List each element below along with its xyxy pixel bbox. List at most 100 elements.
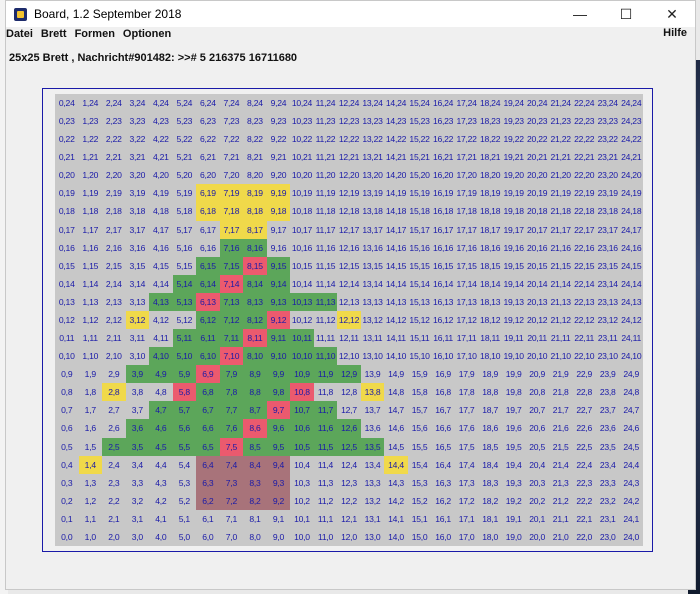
board-cell[interactable]: 23,12 <box>595 310 620 330</box>
board-cell[interactable]: 3,2 <box>125 491 150 510</box>
board-cell[interactable]: 5,16 <box>172 238 197 257</box>
board-cell[interactable]: 8,15 <box>243 256 267 275</box>
board-cell[interactable]: 15,2 <box>407 491 432 510</box>
board-cell[interactable]: 5,4 <box>172 455 197 474</box>
board-cell[interactable]: 9,24 <box>266 94 291 113</box>
board-cell[interactable]: 11,13 <box>313 292 338 311</box>
board-cell[interactable]: 10,1 <box>290 509 314 528</box>
board-cell[interactable]: 17,5 <box>454 437 479 456</box>
board-cell[interactable]: 9,6 <box>266 419 291 438</box>
board-cell[interactable]: 3,20 <box>125 166 150 185</box>
board-cell[interactable]: 5,24 <box>172 94 197 113</box>
board-cell[interactable]: 19,11 <box>501 329 526 348</box>
board-cell[interactable]: 1,16 <box>78 238 103 257</box>
board-cell[interactable]: 0,2 <box>55 491 79 510</box>
board-cell[interactable]: 20,1 <box>525 509 549 528</box>
board-cell[interactable]: 12,24 <box>337 94 361 113</box>
board-cell[interactable]: 20,7 <box>525 401 549 420</box>
board-cell[interactable]: 3,13 <box>125 292 150 311</box>
board-cell[interactable]: 21,16 <box>548 238 573 257</box>
board-cell[interactable]: 2,9 <box>102 365 126 384</box>
board-cell[interactable]: 12,5 <box>337 437 361 456</box>
board-cell[interactable]: 11,4 <box>313 455 338 474</box>
board-cell[interactable]: 9,12 <box>266 310 291 330</box>
board-cell[interactable]: 4,5 <box>149 437 173 456</box>
board-cell[interactable]: 10,7 <box>290 401 314 420</box>
board-cell[interactable]: 0,10 <box>55 347 79 366</box>
board-cell[interactable]: 22,0 <box>572 527 596 546</box>
board-cell[interactable]: 7,11 <box>219 329 244 348</box>
board-cell[interactable]: 12,17 <box>337 220 361 239</box>
board-cell[interactable]: 20,5 <box>525 437 549 456</box>
board-cell[interactable]: 2,20 <box>102 166 126 185</box>
board-cell[interactable]: 19,18 <box>501 202 526 221</box>
board-cell[interactable]: 7,16 <box>219 238 244 257</box>
board-cell[interactable]: 12,12 <box>337 310 361 330</box>
board-cell[interactable]: 13,10 <box>360 347 385 366</box>
board-cell[interactable]: 7,4 <box>219 455 244 474</box>
board-cell[interactable]: 3,19 <box>125 184 150 203</box>
board-cell[interactable]: 21,0 <box>548 527 573 546</box>
board-cell[interactable]: 24,16 <box>619 238 643 257</box>
board-cell[interactable]: 16,8 <box>431 383 455 402</box>
board-cell[interactable]: 17,17 <box>454 220 479 239</box>
board-cell[interactable]: 22,15 <box>572 256 596 275</box>
board-cell[interactable]: 14,20 <box>384 166 408 185</box>
board-cell[interactable]: 8,2 <box>243 491 267 510</box>
board-cell[interactable]: 6,22 <box>196 130 220 149</box>
board-cell[interactable]: 14,19 <box>384 184 408 203</box>
board-cell[interactable]: 24,7 <box>619 401 643 420</box>
board-cell[interactable]: 14,0 <box>384 527 408 546</box>
board-cell[interactable]: 11,12 <box>313 310 338 330</box>
board-cell[interactable]: 3,24 <box>125 94 150 113</box>
board-cell[interactable]: 21,19 <box>548 184 573 203</box>
board-cell[interactable]: 11,18 <box>313 202 338 221</box>
board-cell[interactable]: 12,21 <box>337 148 361 167</box>
board-cell[interactable]: 17,3 <box>454 473 479 492</box>
board-cell[interactable]: 15,13 <box>407 292 432 311</box>
board-cell[interactable]: 22,6 <box>572 419 596 438</box>
board-cell[interactable]: 22,3 <box>572 473 596 492</box>
board-cell[interactable]: 18,23 <box>478 112 502 131</box>
board-cell[interactable]: 20,21 <box>525 148 549 167</box>
board-cell[interactable]: 8,14 <box>243 274 267 293</box>
board-cell[interactable]: 10,0 <box>290 527 314 546</box>
board-cell[interactable]: 1,15 <box>78 256 103 275</box>
board-cell[interactable]: 8,0 <box>243 527 267 546</box>
board-cell[interactable]: 24,22 <box>619 130 643 149</box>
board-cell[interactable]: 16,24 <box>431 94 455 113</box>
board-cell[interactable]: 5,3 <box>172 473 197 492</box>
board-cell[interactable]: 16,9 <box>431 365 455 384</box>
board-cell[interactable]: 24,9 <box>619 365 643 384</box>
board-cell[interactable]: 0,16 <box>55 238 79 257</box>
board-cell[interactable]: 10,17 <box>290 220 314 239</box>
board-cell[interactable]: 13,20 <box>360 166 385 185</box>
board-cell[interactable]: 19,16 <box>501 238 526 257</box>
board-cell[interactable]: 16,22 <box>431 130 455 149</box>
board-cell[interactable]: 9,23 <box>266 112 291 131</box>
board-cell[interactable]: 16,6 <box>431 419 455 438</box>
board-cell[interactable]: 10,18 <box>290 202 314 221</box>
board-cell[interactable]: 4,24 <box>149 94 173 113</box>
board-cell[interactable]: 17,10 <box>454 347 479 366</box>
board-cell[interactable]: 17,19 <box>454 184 479 203</box>
board-cell[interactable]: 6,8 <box>196 383 220 402</box>
board-cell[interactable]: 19,2 <box>501 491 526 510</box>
board-cell[interactable]: 20,12 <box>525 310 549 330</box>
board-cell[interactable]: 12,0 <box>337 527 361 546</box>
board-cell[interactable]: 20,13 <box>525 292 549 311</box>
board-cell[interactable]: 15,21 <box>407 148 432 167</box>
board-cell[interactable]: 6,16 <box>196 238 220 257</box>
board-cell[interactable]: 12,14 <box>337 274 361 293</box>
board-cell[interactable]: 11,0 <box>313 527 338 546</box>
board-cell[interactable]: 14,4 <box>384 455 408 474</box>
board-cell[interactable]: 0,18 <box>55 202 79 221</box>
board-cell[interactable]: 18,3 <box>478 473 502 492</box>
board-cell[interactable]: 5,21 <box>172 148 197 167</box>
board-cell[interactable]: 10,20 <box>290 166 314 185</box>
board-cell[interactable]: 0,11 <box>55 329 79 348</box>
board-cell[interactable]: 21,15 <box>548 256 573 275</box>
board-cell[interactable]: 3,16 <box>125 238 150 257</box>
board-cell[interactable]: 1,22 <box>78 130 103 149</box>
board-cell[interactable]: 13,24 <box>360 94 385 113</box>
